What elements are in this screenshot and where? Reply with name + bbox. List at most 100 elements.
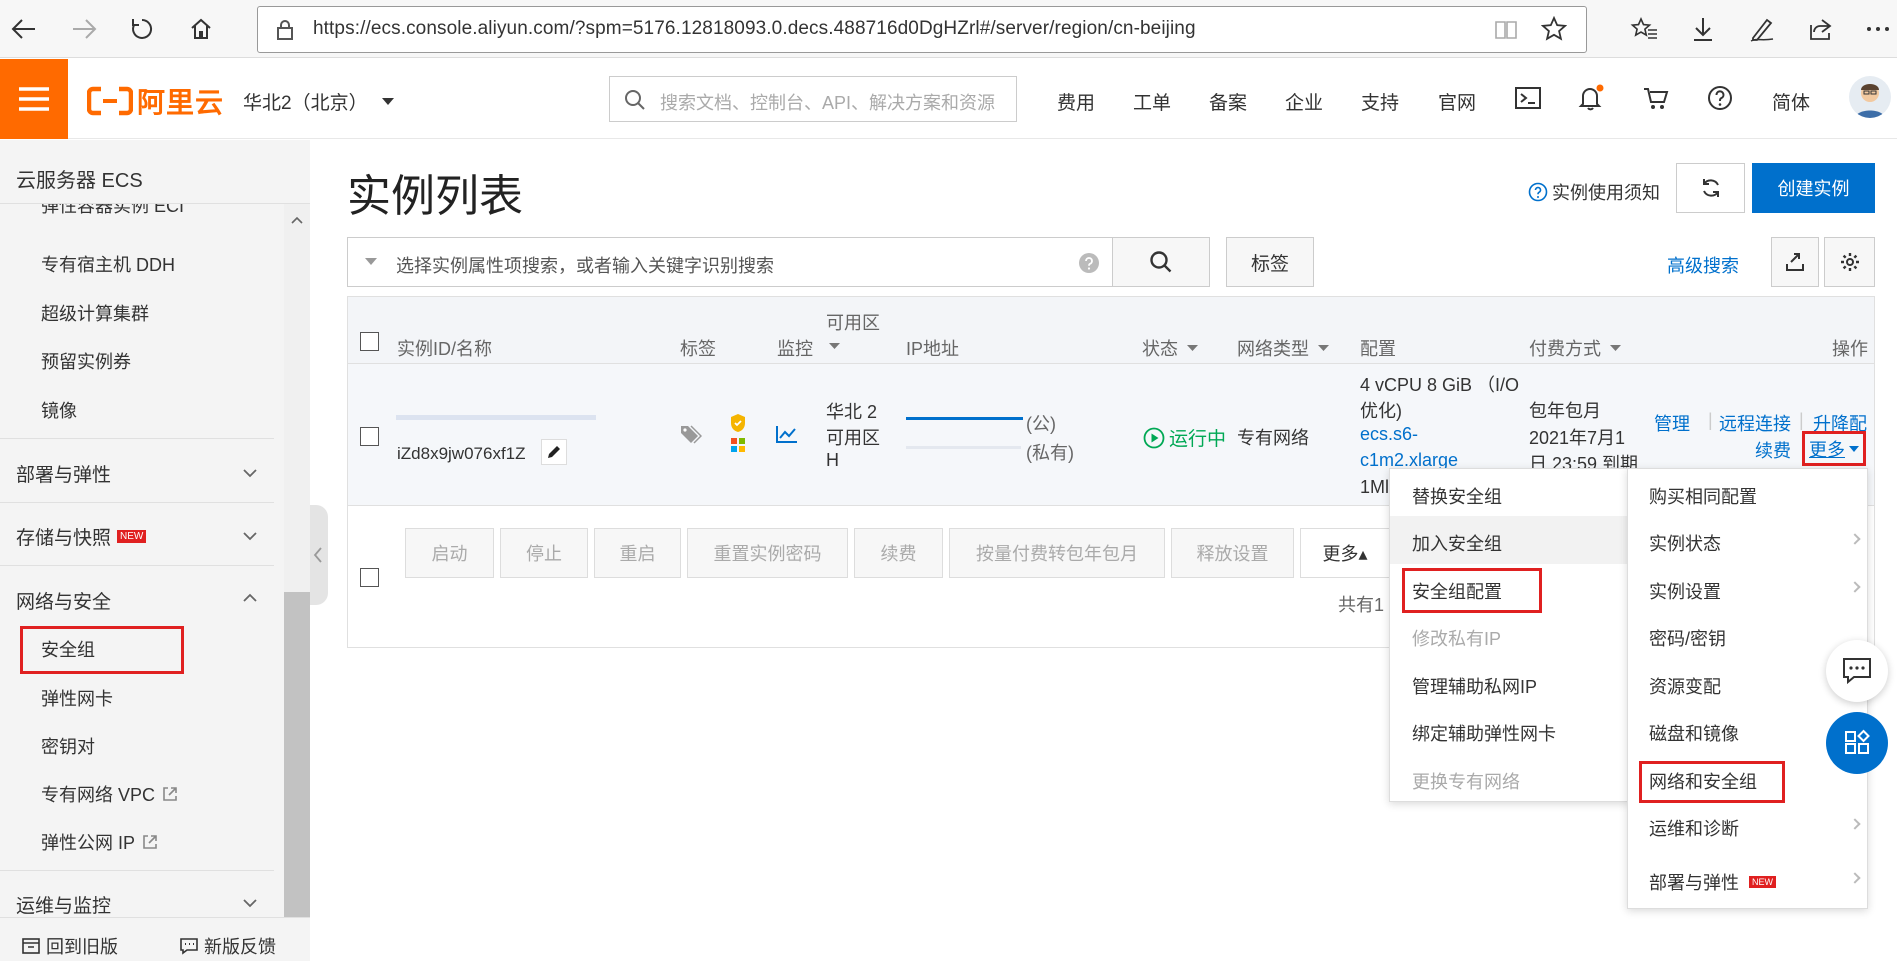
- favorite-star-icon[interactable]: [1541, 16, 1567, 42]
- nav-link-fees[interactable]: 费用: [1057, 88, 1095, 115]
- sidebar-group-storage[interactable]: 存储与快照 NEW: [16, 523, 147, 550]
- batch-more-button[interactable]: 更多▴: [1300, 528, 1390, 578]
- nav-link-beian[interactable]: 备案: [1209, 88, 1247, 115]
- more-dots-icon[interactable]: [1858, 9, 1897, 49]
- row-checkbox[interactable]: [360, 427, 379, 446]
- menu-item-replace-security-group[interactable]: 替换安全组: [1412, 483, 1502, 509]
- sidebar-item-keypair[interactable]: 密钥对: [41, 733, 95, 759]
- download-icon[interactable]: [1683, 9, 1723, 49]
- convert-billing-button[interactable]: 按量付费转包年包月: [949, 528, 1165, 578]
- apps-float-button[interactable]: [1826, 712, 1888, 774]
- private-ip-redacted[interactable]: [906, 446, 1021, 449]
- remote-connect-link[interactable]: 远程连接: [1719, 410, 1791, 436]
- menu-item-deploy-elastic[interactable]: 部署与弹性 NEW: [1649, 869, 1776, 895]
- column-header-zone[interactable]: 可用区: [826, 309, 880, 335]
- back-old-version-link[interactable]: 回到旧版: [22, 933, 118, 959]
- search-button[interactable]: [1112, 237, 1210, 287]
- create-instance-button[interactable]: 创建实例: [1752, 163, 1875, 213]
- public-ip-redacted[interactable]: [906, 417, 1023, 420]
- global-search-input[interactable]: 搜索文档、控制台、API、解决方案和资源: [609, 76, 1017, 122]
- column-header-status[interactable]: 状态: [1142, 335, 1198, 361]
- menu-item-buy-same[interactable]: 购买相同配置: [1649, 483, 1757, 509]
- sidebar-item-image[interactable]: 镜像: [41, 397, 77, 423]
- sidebar-item-eni[interactable]: 弹性网卡: [41, 685, 113, 711]
- select-all-checkbox[interactable]: [360, 332, 379, 351]
- scrollbar-thumb[interactable]: [284, 592, 310, 917]
- sidebar-group-deploy[interactable]: 部署与弹性: [16, 460, 111, 487]
- manage-link[interactable]: 管理: [1654, 410, 1690, 436]
- favorites-icon[interactable]: [1624, 9, 1664, 49]
- sidebar-item-ddh[interactable]: 专有宿主机 DDH: [41, 251, 175, 277]
- column-header-billing[interactable]: 付费方式: [1529, 335, 1621, 361]
- sidebar-item-vpc[interactable]: 专有网络 VPC: [41, 781, 178, 807]
- forward-icon[interactable]: [64, 9, 104, 49]
- nav-link-support[interactable]: 支持: [1361, 88, 1399, 115]
- reset-password-button[interactable]: 重置实例密码: [687, 528, 848, 578]
- menu-hamburger-icon[interactable]: [0, 59, 68, 139]
- back-icon[interactable]: [4, 9, 44, 49]
- menu-item-instance-status[interactable]: 实例状态: [1649, 530, 1721, 556]
- sidebar-item-reserved[interactable]: 预留实例券: [41, 348, 131, 374]
- refresh-button[interactable]: [1676, 163, 1745, 213]
- caret-down-icon[interactable]: [829, 343, 840, 350]
- sidebar-scrollbar[interactable]: [284, 204, 310, 917]
- restart-button[interactable]: 重启: [594, 528, 681, 578]
- menu-item-resource-change[interactable]: 资源变配: [1649, 673, 1721, 699]
- menu-item-disk-image[interactable]: 磁盘和镜像: [1649, 720, 1739, 746]
- pen-icon[interactable]: [1742, 9, 1782, 49]
- renew-button[interactable]: 续费: [854, 528, 943, 578]
- feedback-link[interactable]: 新版反馈: [180, 933, 276, 959]
- settings-button[interactable]: [1824, 237, 1875, 287]
- address-bar[interactable]: https://ecs.console.aliyun.com/?spm=5176…: [257, 6, 1587, 53]
- terminal-icon[interactable]: [1515, 87, 1541, 109]
- caret-down-icon[interactable]: [365, 258, 377, 266]
- share-icon[interactable]: [1801, 9, 1841, 49]
- reader-view-icon[interactable]: [1494, 19, 1518, 41]
- language-switch[interactable]: 简体: [1772, 88, 1810, 115]
- region-selector[interactable]: 华北2（北京）: [243, 88, 394, 115]
- more-actions-button[interactable]: 更多: [1802, 431, 1866, 466]
- start-button[interactable]: 启动: [405, 528, 494, 578]
- batch-select-checkbox[interactable]: [360, 568, 379, 587]
- renew-link[interactable]: 续费: [1755, 437, 1791, 463]
- nav-link-ticket[interactable]: 工单: [1133, 88, 1171, 115]
- column-header-network[interactable]: 网络类型: [1237, 335, 1329, 361]
- aliyun-logo[interactable]: 阿里云: [87, 81, 224, 121]
- chat-float-button[interactable]: [1826, 640, 1888, 702]
- avatar[interactable]: [1849, 76, 1891, 118]
- instance-search-input[interactable]: 选择实例属性项搜索，或者输入关键字识别搜索: [347, 237, 1113, 287]
- instance-spec-link[interactable]: ecs.s6-: [1360, 424, 1418, 445]
- menu-item-manage-secondary-ip[interactable]: 管理辅助私网IP: [1412, 673, 1537, 699]
- export-button[interactable]: [1771, 237, 1819, 287]
- monitor-chart-icon[interactable]: [776, 425, 798, 443]
- menu-item-bind-secondary-eni[interactable]: 绑定辅助弹性网卡: [1412, 720, 1556, 746]
- instance-name-redacted[interactable]: [396, 415, 596, 420]
- menu-item-instance-settings[interactable]: 实例设置: [1649, 578, 1721, 604]
- sidebar-group-ops[interactable]: 运维与监控: [16, 891, 111, 917]
- release-settings-button[interactable]: 释放设置: [1171, 528, 1294, 578]
- menu-item-ops-diagnosis[interactable]: 运维和诊断: [1649, 815, 1739, 841]
- refresh-icon[interactable]: [122, 9, 162, 49]
- menu-item-join-security-group[interactable]: 加入安全组: [1412, 530, 1502, 556]
- sidebar-item-scc[interactable]: 超级计算集群: [41, 300, 149, 326]
- tag-filter-button[interactable]: 标签: [1226, 237, 1314, 287]
- stop-button[interactable]: 停止: [500, 528, 588, 578]
- sidebar-collapse-tab[interactable]: [310, 505, 328, 605]
- sidebar-item-eip[interactable]: 弹性公网 IP: [41, 829, 158, 855]
- instance-notice-link[interactable]: 实例使用须知: [1528, 179, 1660, 205]
- home-icon[interactable]: [181, 9, 221, 49]
- edit-name-button[interactable]: [541, 439, 567, 465]
- notification-bell-icon[interactable]: [1578, 84, 1604, 112]
- cart-icon[interactable]: [1643, 87, 1669, 111]
- help-icon[interactable]: [1707, 85, 1733, 111]
- menu-item-password-key[interactable]: 密码/密钥: [1649, 625, 1726, 651]
- sidebar-group-network[interactable]: 网络与安全: [16, 587, 111, 614]
- nav-link-official[interactable]: 官网: [1438, 88, 1476, 115]
- sidebar-item-eci[interactable]: 弹性容器实例 ECI: [41, 204, 184, 218]
- advanced-search-link[interactable]: 高级搜索: [1667, 252, 1739, 278]
- help-circle-icon[interactable]: [1078, 252, 1100, 274]
- security-shield-icon[interactable]: [729, 413, 747, 433]
- scroll-up-icon[interactable]: [291, 216, 303, 224]
- tag-icon[interactable]: [680, 424, 702, 444]
- nav-link-enterprise[interactable]: 企业: [1285, 88, 1323, 115]
